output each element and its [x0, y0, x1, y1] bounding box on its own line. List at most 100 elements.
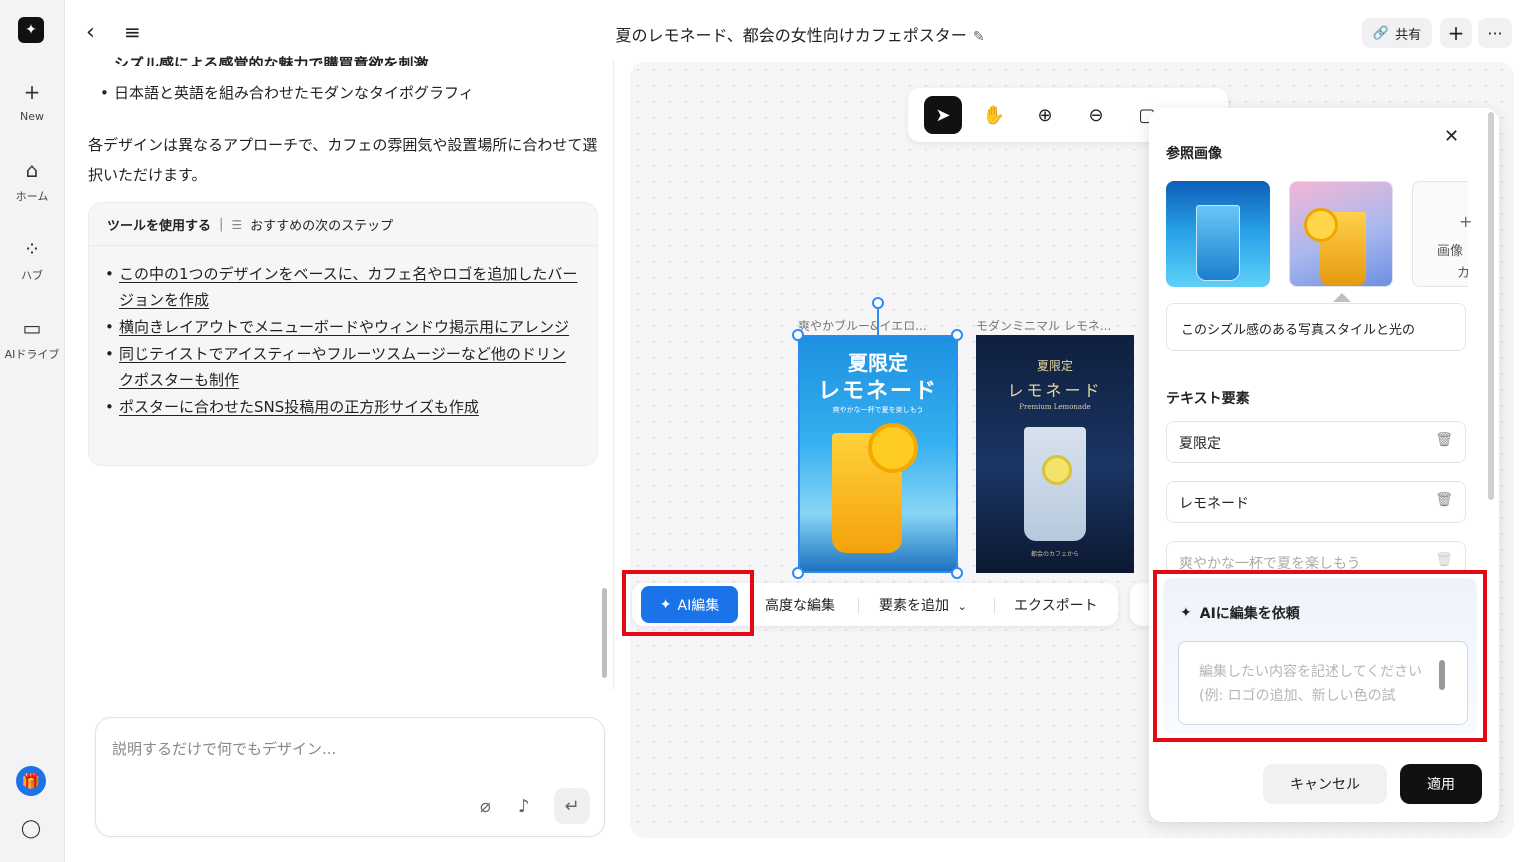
rail-item-hub[interactable]: ⁘ ハブ: [0, 237, 64, 283]
poster-subtitle: Premium Lemonade: [1019, 403, 1091, 411]
resize-handle[interactable]: [951, 329, 963, 341]
zoom-out-icon[interactable]: ⊖: [1077, 96, 1115, 134]
chat-input-placeholder[interactable]: 説明するだけで何でもデザイン...: [112, 738, 336, 759]
plus-icon: +: [1459, 212, 1473, 231]
reference-description-field[interactable]: このシズル感のある写真スタイルと光の: [1166, 303, 1466, 351]
share-button[interactable]: 🔗 共有: [1362, 18, 1432, 48]
close-icon[interactable]: ✕: [1444, 126, 1459, 147]
text-element-field[interactable]: 夏限定 🗑: [1166, 421, 1466, 463]
attach-icon[interactable]: ⌀: [480, 796, 491, 817]
text-element-value: 夏限定: [1179, 436, 1221, 452]
select-tool-icon[interactable]: ➤: [924, 96, 962, 134]
chevron-down-icon: ⌄: [957, 600, 967, 613]
rail-item-label: AIドライブ: [4, 348, 60, 361]
rail-item-home[interactable]: ⌂ ホーム: [0, 158, 64, 204]
trash-icon[interactable]: 🗑: [1435, 552, 1453, 568]
home-icon: ⌂: [25, 158, 39, 182]
page-title[interactable]: 夏のレモネード、都会の女性向けカフェポスター ✎: [560, 22, 1040, 46]
text-element-field[interactable]: 爽やかな一杯で夏を楽しもう 🗑: [1166, 541, 1466, 573]
export-button[interactable]: エクスポート: [1014, 595, 1098, 615]
tool-separator: |: [219, 217, 224, 232]
rail-item-label: New: [20, 110, 44, 123]
zoom-in-icon[interactable]: ⊕: [1026, 96, 1064, 134]
send-button[interactable]: ↵: [554, 788, 590, 824]
next-step-link[interactable]: 横向きレイアウトでメニューボードやウィンドウ掲示用にアレンジ: [105, 314, 579, 340]
plus-icon: +: [23, 80, 41, 104]
app-logo-icon[interactable]: ✦: [18, 17, 44, 43]
apply-button[interactable]: 適用: [1400, 764, 1482, 804]
poster-modern-minimal[interactable]: 夏限定 レモネード Premium Lemonade 都会のカフェから: [976, 335, 1134, 573]
resize-handle[interactable]: [792, 567, 804, 579]
rail-item-ai-drive[interactable]: ▭ AIドライブ: [0, 316, 64, 362]
link-icon: 🔗: [1372, 25, 1390, 41]
chat-divider: [613, 60, 614, 690]
highlight-box: [622, 570, 754, 636]
microphone-icon[interactable]: ♪: [518, 796, 530, 817]
poster-footer: 都会のカフェから: [1030, 551, 1079, 558]
next-step-link[interactable]: 同じテイストでアイスティーやフルーツスムージーなど他のドリンクポスターも制作: [105, 341, 579, 393]
rail-item-label: ホーム: [15, 190, 49, 203]
left-rail: ✦ + New ⌂ ホーム ⁘ ハブ ▭ AIドライブ 🎁 ◯: [0, 0, 64, 862]
add-button[interactable]: +: [1440, 18, 1472, 48]
cancel-button[interactable]: キャンセル: [1263, 764, 1387, 804]
divider: [994, 598, 995, 614]
list-icon: ☰: [231, 217, 243, 232]
chat-bullet: 日本語と英語を組み合わせたモダンなタイポグラフィ: [100, 83, 474, 103]
tool-heading: ツールを使用する: [107, 219, 212, 234]
divider: [89, 245, 597, 246]
trash-icon[interactable]: 🗑: [1435, 492, 1453, 508]
more-button[interactable]: ···: [1478, 18, 1512, 48]
folder-icon: ▭: [22, 316, 42, 340]
text-element-value: レモネード: [1179, 496, 1249, 512]
highlight-box: [1153, 570, 1487, 742]
rotate-handle[interactable]: [872, 297, 884, 309]
rail-item-new[interactable]: + New: [0, 80, 64, 123]
hand-tool-icon[interactable]: ✋: [975, 96, 1013, 134]
back-icon[interactable]: ‹: [86, 20, 95, 45]
next-steps-card: ツールを使用する | ☰ おすすめの次のステップ この中の1つのデザインをベース…: [88, 202, 598, 466]
reference-image[interactable]: [1166, 181, 1270, 287]
text-elements-heading: テキスト要素: [1166, 391, 1250, 407]
enter-icon: ↵: [564, 795, 580, 817]
user-icon[interactable]: ◯: [20, 818, 42, 840]
next-step-link[interactable]: この中の1つのデザインをベースに、カフェ名やロゴを追加したバージョンを作成: [105, 261, 579, 313]
action-bar-overflow: [1130, 583, 1150, 626]
next-step-link[interactable]: ポスターに合わせたSNS投稿用の正方形サイズも作成: [105, 394, 579, 420]
hub-icon: ⁘: [23, 237, 41, 261]
divider: [858, 598, 859, 614]
add-image-label: 画像: [1437, 244, 1464, 259]
next-steps-list: この中の1つのデザインをベースに、カフェ名やロゴを追加したバージョンを作成 横向…: [105, 261, 579, 421]
menu-icon[interactable]: ≡: [124, 20, 141, 44]
chat-input-box[interactable]: 説明するだけで何でもデザイン... ⌀ ♪ ↵: [95, 717, 605, 837]
text-element-field[interactable]: レモネード 🗑: [1166, 481, 1466, 523]
add-image-label: カ: [1457, 266, 1471, 281]
share-label: 共有: [1395, 27, 1422, 43]
next-steps-header: ツールを使用する | ☰ おすすめの次のステップ: [107, 215, 393, 234]
chat-paragraph: 各デザインは異なるアプローチで、カフェの雰囲気や設置場所に合わせて選択いただけま…: [88, 136, 598, 184]
add-image-button[interactable]: + 画像 カ: [1412, 181, 1472, 287]
rotate-line: [877, 309, 879, 335]
poster-title: 夏限定: [1036, 359, 1073, 373]
reference-image[interactable]: [1289, 181, 1393, 287]
edit-pencil-icon[interactable]: ✎: [973, 29, 985, 45]
caret-icon: [1333, 293, 1351, 302]
trash-icon[interactable]: 🗑: [1435, 432, 1453, 448]
glass-image: [1196, 205, 1240, 281]
page-title-text: 夏のレモネード、都会の女性向けカフェポスター: [615, 26, 967, 45]
add-element-button[interactable]: 要素を追加 ⌄: [879, 595, 967, 615]
resize-handle[interactable]: [951, 567, 963, 579]
chat-scrollbar[interactable]: [602, 588, 607, 678]
more-icon: ···: [1487, 23, 1503, 43]
poster-label: モダンミニマル レモネ...: [976, 319, 1112, 333]
advanced-edit-button[interactable]: 高度な編集: [765, 595, 835, 615]
lemon-slice-image: [1042, 455, 1072, 485]
plus-icon: +: [1447, 21, 1465, 45]
lemon-slice-image: [1304, 208, 1338, 242]
panel-scrollbar[interactable]: [1488, 112, 1494, 500]
resize-handle[interactable]: [792, 329, 804, 341]
tool-subheading: おすすめの次のステップ: [250, 219, 394, 234]
reference-images-heading: 参照画像: [1166, 146, 1222, 162]
gift-icon[interactable]: 🎁: [16, 766, 46, 796]
rail-item-label: ハブ: [21, 269, 43, 282]
selection-box: [798, 335, 958, 573]
